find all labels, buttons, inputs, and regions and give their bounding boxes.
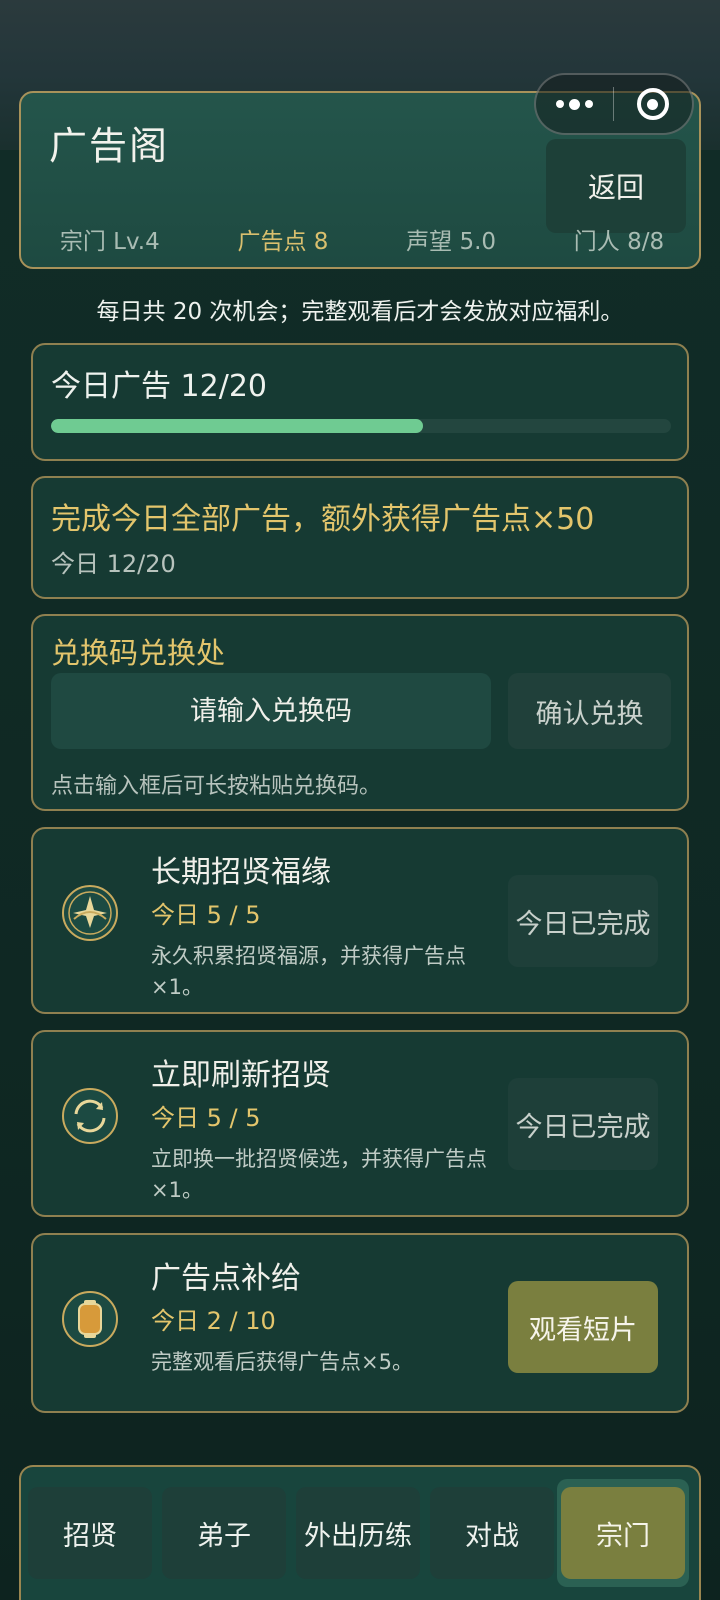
page-title: 广告阁 [49,124,170,168]
redeem-card: 兑换码兑换处 确认兑换 点击输入框后可长按粘贴兑换码。 [31,614,689,811]
redeem-hint: 点击输入框后可长按粘贴兑换码。 [51,774,382,799]
nav-tab-recruit[interactable]: 招贤 [28,1487,152,1579]
daily-ads-progress-bar [51,419,671,433]
redeem-title: 兑换码兑换处 [51,636,226,670]
stat-sect-level: 宗门 Lv.4 [59,229,160,255]
bonus-card: 完成今日全部广告，额外获得广告点×50 今日 12/20 [31,476,689,599]
task-description: 立即换一批招贤候选，并获得广告点×1。 [151,1147,487,1202]
confirm-redeem-button[interactable]: 确认兑换 [508,673,671,749]
task-card: 立即刷新招贤 今日 5 / 5 立即换一批招贤候选，并获得广告点×1。 今日已完… [31,1030,689,1217]
stat-reputation: 声望 5.0 [406,229,497,255]
task-description: 完整观看后获得广告点×5。 [151,1350,413,1374]
star-emblem-icon [62,885,118,941]
task-completed-button[interactable]: 今日已完成 [508,875,658,967]
daily-notice: 每日共 20 次机会；完整观看后才会发放对应福利。 [96,299,624,325]
task-name: 长期招贤福缘 [151,855,331,890]
refresh-circle-icon [62,1088,118,1144]
stat-ad-points: 广告点 8 [237,229,329,255]
watch-video-button[interactable]: 观看短片 [508,1281,658,1373]
stat-members: 门人 8/8 [573,229,665,255]
task-card: 广告点补给 今日 2 / 10 完整观看后获得广告点×5。 观看短片 [31,1233,689,1413]
miniprogram-capsule [534,73,694,135]
daily-ads-progress-fill [51,419,423,433]
task-card: 长期招贤福缘 今日 5 / 5 永久积累招贤福源，并获得广告点×1。 今日已完成 [31,827,689,1014]
task-count: 今日 5 / 5 [151,1104,261,1132]
more-dots-icon[interactable] [536,98,613,110]
nav-tab-expedition[interactable]: 外出历练 [296,1487,420,1579]
target-circle-icon[interactable] [614,88,692,120]
bonus-progress: 今日 12/20 [51,550,176,578]
nav-tab-disciples[interactable]: 弟子 [162,1487,286,1579]
nav-tab-battle[interactable]: 对战 [430,1487,554,1579]
nav-tab-sect[interactable]: 宗门 [561,1487,685,1579]
task-name: 广告点补给 [151,1261,301,1296]
bottom-navigation: 招贤 弟子 外出历练 对战 宗门 [19,1465,701,1600]
task-name: 立即刷新招贤 [151,1058,331,1093]
task-description: 永久积累招贤福源，并获得广告点×1。 [151,944,466,999]
daily-ads-card: 今日广告 12/20 [31,343,689,461]
daily-ads-title: 今日广告 12/20 [51,369,267,404]
stats-row: 宗门 Lv.4 广告点 8 声望 5.0 门人 8/8 [21,219,703,259]
lantern-icon [62,1291,118,1347]
task-completed-button[interactable]: 今日已完成 [508,1078,658,1170]
bonus-title: 完成今日全部广告，额外获得广告点×50 [51,502,595,537]
task-count: 今日 5 / 5 [151,901,261,929]
redeem-code-input[interactable] [51,673,491,749]
task-count: 今日 2 / 10 [151,1307,276,1335]
